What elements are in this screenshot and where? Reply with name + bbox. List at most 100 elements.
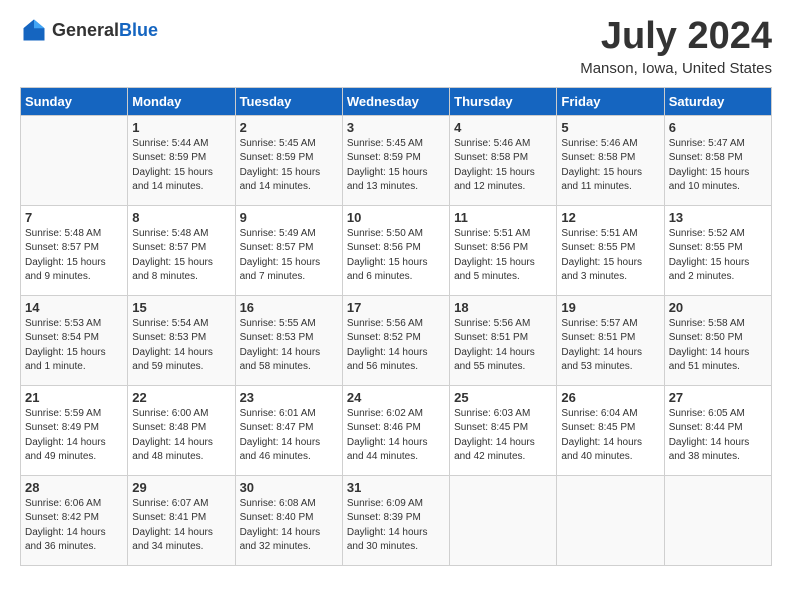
cell-details: Sunrise: 5:51 AM Sunset: 8:55 PM Dayligh… bbox=[561, 227, 659, 285]
cell-details: Sunrise: 5:48 AM Sunset: 8:57 PM Dayligh… bbox=[132, 227, 230, 285]
calendar-cell: 6 Sunrise: 5:47 AM Sunset: 8:58 PM Daylig… bbox=[664, 115, 771, 205]
day-number: 6 bbox=[669, 120, 767, 135]
calendar-cell bbox=[21, 115, 128, 205]
calendar-week-row: 14Sunrise: 5:53 AM Sunset: 8:54 PM Dayli… bbox=[21, 295, 772, 385]
calendar-header: SundayMondayTuesdayWednesdayThursdayFrid… bbox=[21, 87, 772, 115]
cell-details: Sunrise: 6:09 AM Sunset: 8:39 PM Dayligh… bbox=[347, 497, 445, 555]
day-number: 2 bbox=[240, 120, 338, 135]
weekday-header: Saturday bbox=[664, 87, 771, 115]
day-number: 15 bbox=[132, 300, 230, 315]
calendar-cell: 17 Sunrise: 5:56 AM Sunset: 8:52 PM Dayli… bbox=[342, 295, 449, 385]
cell-details: Sunrise: 6:04 AM Sunset: 8:45 PM Dayligh… bbox=[561, 407, 659, 465]
calendar-cell: 16 Sunrise: 5:55 AM Sunset: 8:53 PM Dayli… bbox=[235, 295, 342, 385]
calendar-cell bbox=[450, 475, 557, 565]
calendar-cell: 27 Sunrise: 6:05 AM Sunset: 8:44 PM Dayli… bbox=[664, 385, 771, 475]
calendar-cell: 10Sunrise: 5:50 AM Sunset: 8:56 PM Dayli… bbox=[342, 205, 449, 295]
calendar-cell: 20 Sunrise: 5:58 AM Sunset: 8:50 PM Dayli… bbox=[664, 295, 771, 385]
day-number: 30 bbox=[240, 480, 338, 495]
calendar-week-row: 21 Sunrise: 5:59 AM Sunset: 8:49 PM Dayli… bbox=[21, 385, 772, 475]
calendar-cell: 15Sunrise: 5:54 AM Sunset: 8:53 PM Dayli… bbox=[128, 295, 235, 385]
weekday-header: Sunday bbox=[21, 87, 128, 115]
logo-text-blue: Blue bbox=[119, 20, 158, 41]
cell-details: Sunrise: 5:58 AM Sunset: 8:50 PM Dayligh… bbox=[669, 317, 767, 375]
calendar-cell: 30 Sunrise: 6:08 AM Sunset: 8:40 PM Dayli… bbox=[235, 475, 342, 565]
cell-details: Sunrise: 5:52 AM Sunset: 8:55 PM Dayligh… bbox=[669, 227, 767, 285]
calendar-cell: 3 Sunrise: 5:45 AM Sunset: 8:59 PM Daylig… bbox=[342, 115, 449, 205]
calendar-cell bbox=[557, 475, 664, 565]
day-number: 29 bbox=[132, 480, 230, 495]
calendar-week-row: 1 Sunrise: 5:44 AM Sunset: 8:59 PM Daylig… bbox=[21, 115, 772, 205]
cell-details: Sunrise: 5:48 AM Sunset: 8:57 PM Dayligh… bbox=[25, 227, 123, 285]
cell-details: Sunrise: 5:46 AM Sunset: 8:58 PM Dayligh… bbox=[561, 137, 659, 195]
weekday-header: Monday bbox=[128, 87, 235, 115]
cell-details: Sunrise: 6:00 AM Sunset: 8:48 PM Dayligh… bbox=[132, 407, 230, 465]
calendar-cell: 24 Sunrise: 6:02 AM Sunset: 8:46 PM Dayli… bbox=[342, 385, 449, 475]
day-number: 12 bbox=[561, 210, 659, 225]
cell-details: Sunrise: 5:59 AM Sunset: 8:49 PM Dayligh… bbox=[25, 407, 123, 465]
calendar-cell bbox=[664, 475, 771, 565]
day-number: 21 bbox=[25, 390, 123, 405]
cell-details: Sunrise: 5:57 AM Sunset: 8:51 PM Dayligh… bbox=[561, 317, 659, 375]
day-number: 26 bbox=[561, 390, 659, 405]
month-title: July 2024 bbox=[580, 16, 772, 58]
cell-details: Sunrise: 6:05 AM Sunset: 8:44 PM Dayligh… bbox=[669, 407, 767, 465]
day-number: 31 bbox=[347, 480, 445, 495]
cell-details: Sunrise: 5:56 AM Sunset: 8:51 PM Dayligh… bbox=[454, 317, 552, 375]
calendar-cell: 23Sunrise: 6:01 AM Sunset: 8:47 PM Dayli… bbox=[235, 385, 342, 475]
cell-details: Sunrise: 5:45 AM Sunset: 8:59 PM Dayligh… bbox=[240, 137, 338, 195]
calendar-cell: 21 Sunrise: 5:59 AM Sunset: 8:49 PM Dayli… bbox=[21, 385, 128, 475]
calendar-cell: 25 Sunrise: 6:03 AM Sunset: 8:45 PM Dayli… bbox=[450, 385, 557, 475]
calendar-cell: 19 Sunrise: 5:57 AM Sunset: 8:51 PM Dayli… bbox=[557, 295, 664, 385]
calendar-cell: 5 Sunrise: 5:46 AM Sunset: 8:58 PM Daylig… bbox=[557, 115, 664, 205]
day-number: 8 bbox=[132, 210, 230, 225]
weekday-row: SundayMondayTuesdayWednesdayThursdayFrid… bbox=[21, 87, 772, 115]
weekday-header: Friday bbox=[557, 87, 664, 115]
calendar-week-row: 7 Sunrise: 5:48 AM Sunset: 8:57 PM Daylig… bbox=[21, 205, 772, 295]
day-number: 18 bbox=[454, 300, 552, 315]
calendar-cell: 2 Sunrise: 5:45 AM Sunset: 8:59 PM Daylig… bbox=[235, 115, 342, 205]
day-number: 17 bbox=[347, 300, 445, 315]
cell-details: Sunrise: 5:51 AM Sunset: 8:56 PM Dayligh… bbox=[454, 227, 552, 285]
cell-details: Sunrise: 6:03 AM Sunset: 8:45 PM Dayligh… bbox=[454, 407, 552, 465]
calendar-cell: 9 Sunrise: 5:49 AM Sunset: 8:57 PM Daylig… bbox=[235, 205, 342, 295]
weekday-header: Wednesday bbox=[342, 87, 449, 115]
location-title: Manson, Iowa, United States bbox=[580, 60, 772, 77]
day-number: 20 bbox=[669, 300, 767, 315]
calendar-cell: 22 Sunrise: 6:00 AM Sunset: 8:48 PM Dayli… bbox=[128, 385, 235, 475]
day-number: 1 bbox=[132, 120, 230, 135]
day-number: 5 bbox=[561, 120, 659, 135]
calendar-cell: 13 Sunrise: 5:52 AM Sunset: 8:55 PM Dayli… bbox=[664, 205, 771, 295]
calendar-cell: 31 Sunrise: 6:09 AM Sunset: 8:39 PM Dayli… bbox=[342, 475, 449, 565]
day-number: 3 bbox=[347, 120, 445, 135]
cell-details: Sunrise: 5:50 AM Sunset: 8:56 PM Dayligh… bbox=[347, 227, 445, 285]
cell-details: Sunrise: 6:08 AM Sunset: 8:40 PM Dayligh… bbox=[240, 497, 338, 555]
cell-details: Sunrise: 5:55 AM Sunset: 8:53 PM Dayligh… bbox=[240, 317, 338, 375]
cell-details: Sunrise: 5:49 AM Sunset: 8:57 PM Dayligh… bbox=[240, 227, 338, 285]
calendar-cell: 18 Sunrise: 5:56 AM Sunset: 8:51 PM Dayli… bbox=[450, 295, 557, 385]
day-number: 27 bbox=[669, 390, 767, 405]
cell-details: Sunrise: 6:02 AM Sunset: 8:46 PM Dayligh… bbox=[347, 407, 445, 465]
calendar-cell: 26 Sunrise: 6:04 AM Sunset: 8:45 PM Dayli… bbox=[557, 385, 664, 475]
day-number: 25 bbox=[454, 390, 552, 405]
cell-details: Sunrise: 5:44 AM Sunset: 8:59 PM Dayligh… bbox=[132, 137, 230, 195]
cell-details: Sunrise: 5:47 AM Sunset: 8:58 PM Dayligh… bbox=[669, 137, 767, 195]
day-number: 7 bbox=[25, 210, 123, 225]
page-header: GeneralBlue July 2024 Manson, Iowa, Unit… bbox=[20, 16, 772, 77]
cell-details: Sunrise: 6:07 AM Sunset: 8:41 PM Dayligh… bbox=[132, 497, 230, 555]
day-number: 24 bbox=[347, 390, 445, 405]
day-number: 23 bbox=[240, 390, 338, 405]
weekday-header: Thursday bbox=[450, 87, 557, 115]
day-number: 9 bbox=[240, 210, 338, 225]
cell-details: Sunrise: 6:06 AM Sunset: 8:42 PM Dayligh… bbox=[25, 497, 123, 555]
day-number: 19 bbox=[561, 300, 659, 315]
calendar-cell: 12 Sunrise: 5:51 AM Sunset: 8:55 PM Dayli… bbox=[557, 205, 664, 295]
calendar-table: SundayMondayTuesdayWednesdayThursdayFrid… bbox=[20, 87, 772, 566]
cell-details: Sunrise: 5:56 AM Sunset: 8:52 PM Dayligh… bbox=[347, 317, 445, 375]
cell-details: Sunrise: 5:45 AM Sunset: 8:59 PM Dayligh… bbox=[347, 137, 445, 195]
day-number: 16 bbox=[240, 300, 338, 315]
day-number: 22 bbox=[132, 390, 230, 405]
day-number: 4 bbox=[454, 120, 552, 135]
logo-icon bbox=[20, 16, 48, 44]
day-number: 13 bbox=[669, 210, 767, 225]
cell-details: Sunrise: 5:53 AM Sunset: 8:54 PM Dayligh… bbox=[25, 317, 123, 375]
